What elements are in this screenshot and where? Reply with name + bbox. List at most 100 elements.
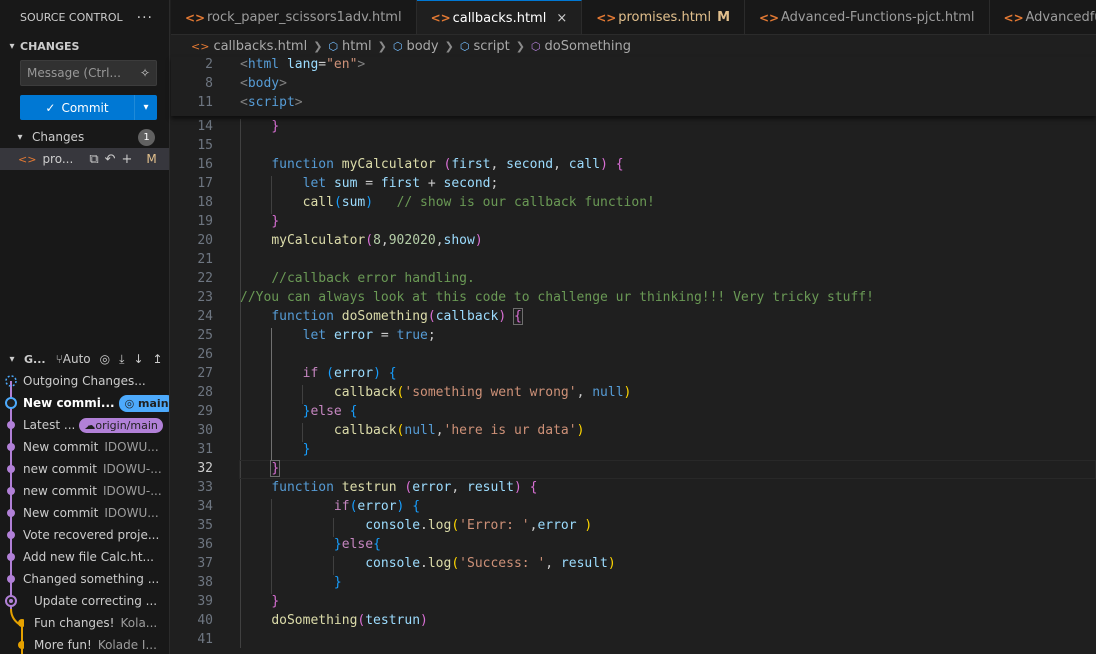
graph-row[interactable]: New commi... ◎ main — [0, 392, 169, 414]
tab-rock-paper-scissors[interactable]: <> rock_paper_scissors1adv.html — [171, 0, 417, 34]
element-icon: ⬡ — [459, 39, 470, 53]
code-line: function myCalculator (first, second, ca… — [271, 157, 624, 172]
code-line: callback('something went wrong', null) — [333, 385, 632, 400]
commit-message-placeholder: Message (Ctrl... — [27, 66, 121, 80]
graph-row[interactable]: Fun changes! Kola... — [0, 612, 169, 634]
graph-row[interactable]: Add new file Calc.ht... — [0, 546, 169, 568]
target-icon[interactable]: ◎ — [100, 352, 110, 366]
code-line: let error = true; — [302, 328, 436, 343]
tab-callbacks[interactable]: <> callbacks.html × — [416, 0, 583, 34]
changed-file-item[interactable]: <> pro... ⧉ ↶ + M — [0, 148, 169, 170]
sticky-scroll-header[interactable]: 2 <html lang="en"> 8 <body> 11 <script> — [171, 57, 1096, 116]
breadcrumb-item[interactable]: callbacks.html — [213, 39, 307, 54]
code-line: console.log('Error: ',error ) — [365, 518, 593, 533]
changes-section-header[interactable]: ▾ CHANGES — [0, 35, 169, 57]
code-line: <body> — [240, 76, 287, 91]
discard-changes-icon[interactable]: ↶ — [105, 152, 116, 167]
breadcrumb-item[interactable]: html — [342, 39, 372, 54]
line-number: 20 — [197, 233, 213, 248]
graph-title: G... — [24, 352, 46, 366]
code-line: if (error) { — [302, 366, 397, 381]
graph-row[interactable]: More fun! Kolade I... — [0, 634, 169, 654]
line-number: 8 — [205, 76, 213, 91]
check-icon: ✓ — [45, 100, 56, 115]
graph-row-text: new commit IDOWU-... — [23, 462, 162, 476]
section-title: CHANGES — [20, 39, 80, 53]
tab-advanced-functions[interactable]: <> Advanced-Functions-pjct.html — [745, 0, 990, 34]
tab-advancedfunct-tim[interactable]: <> Advancedfunct-tim — [990, 0, 1096, 34]
chevron-down-icon: ▾ — [9, 40, 15, 52]
code-line: } — [270, 460, 281, 477]
graph-row-text: New commit IDOWU... — [23, 440, 159, 454]
code-editor[interactable]: 14 } 15 16 function myCalculator (first,… — [171, 57, 1096, 654]
code-line: //callback error handling. — [271, 271, 475, 286]
graph-row[interactable]: new commit IDOWU-... — [0, 458, 169, 480]
graph-row-text: More fun! Kolade I... — [34, 638, 157, 652]
sidebar-header: SOURCE CONTROL ··· — [0, 0, 169, 35]
line-number: 29 — [197, 404, 213, 419]
commit-message: new commit — [23, 484, 97, 498]
line-number: 24 — [197, 309, 213, 324]
fetch-icon[interactable]: ⤓ — [119, 352, 124, 367]
changes-group[interactable]: ▾ Changes 1 — [0, 126, 169, 148]
tab-label: rock_paper_scissors1adv.html — [207, 10, 402, 25]
line-number: 21 — [197, 252, 213, 267]
tag-label: origin/main — [95, 418, 158, 432]
commit-message: Fun changes! — [34, 616, 115, 630]
code-line: }else{ — [333, 537, 381, 552]
breadcrumb: <> callbacks.html ❯ ⬡ html ❯ ⬡ body ❯ ⬡ … — [171, 35, 1096, 57]
graph-row[interactable]: Latest ... ☁origin/main — [0, 414, 169, 436]
commit-author: Kola... — [120, 616, 158, 630]
graph-row[interactable]: Changed something ... — [0, 568, 169, 590]
close-icon[interactable]: × — [556, 11, 567, 26]
breadcrumb-item[interactable]: script — [473, 39, 509, 54]
line-number: 11 — [197, 95, 213, 110]
sparkle-icon[interactable]: ✧ — [140, 66, 150, 80]
graph-row[interactable]: Update correcting ... — [0, 590, 169, 612]
commit-label: Commit — [61, 100, 109, 115]
push-icon[interactable]: ↥ — [153, 352, 163, 366]
commit-author: Kolade I... — [97, 638, 157, 652]
tab-label: Advanced-Functions-pjct.html — [781, 10, 975, 25]
line-number: 25 — [197, 328, 213, 343]
tab-label: Advancedfunct-tim — [1025, 10, 1096, 25]
line-number: 26 — [197, 347, 213, 362]
commit-button-group: ✓ Commit ▾ — [20, 95, 157, 120]
commit-message: New commit — [23, 506, 99, 520]
branch-auto-toggle[interactable]: ⑂Auto — [56, 352, 91, 366]
line-number: 19 — [197, 214, 213, 229]
commit-message: New commit — [23, 440, 99, 454]
chevron-down-icon: ▾ — [143, 102, 149, 113]
html-file-icon: <> — [430, 11, 451, 25]
code-line: }else { — [302, 404, 358, 419]
graph-row[interactable]: Vote recovered proje... — [0, 524, 169, 546]
line-number: 28 — [197, 385, 213, 400]
commit-button[interactable]: ✓ Commit — [20, 95, 134, 120]
pull-icon[interactable]: ↓ — [133, 352, 143, 366]
graph-row[interactable]: New commit IDOWU... — [0, 436, 169, 458]
graph-row[interactable]: new commit IDOWU-... — [0, 480, 169, 502]
chevron-down-icon: ▾ — [17, 131, 23, 143]
graph-row[interactable]: Outgoing Changes... — [0, 370, 169, 392]
commit-author: IDOWU... — [104, 440, 159, 454]
stage-changes-icon[interactable]: + — [122, 152, 133, 167]
tab-label: callbacks.html — [452, 10, 547, 26]
commit-message: New commi... — [23, 395, 115, 410]
breadcrumb-item[interactable]: doSomething — [545, 39, 632, 54]
commit-dropdown-button[interactable]: ▾ — [134, 95, 157, 120]
graph-row-text: New commi... ◎ main — [23, 394, 169, 412]
breadcrumb-item[interactable]: body — [406, 39, 438, 54]
tab-promises[interactable]: <> promises.html M — [582, 0, 745, 34]
open-file-icon[interactable]: ⧉ — [89, 152, 98, 167]
code-line: } — [271, 214, 280, 229]
graph-row[interactable]: New commit IDOWU... — [0, 502, 169, 524]
more-actions-icon[interactable]: ··· — [137, 10, 153, 26]
modified-flag: M — [146, 152, 157, 166]
graph-header[interactable]: ▾ G... ⑂Auto ◎ ⤓ ↓ ↥ — [0, 348, 169, 370]
code-line: doSomething(testrun) — [271, 613, 428, 628]
commit-message-input[interactable]: Message (Ctrl... ✧ — [20, 60, 157, 86]
line-number: 17 — [197, 176, 213, 191]
html-file-icon: <> — [18, 152, 37, 166]
graph-row-text: new commit IDOWU-... — [23, 484, 162, 498]
changes-count-badge: 1 — [138, 129, 155, 146]
